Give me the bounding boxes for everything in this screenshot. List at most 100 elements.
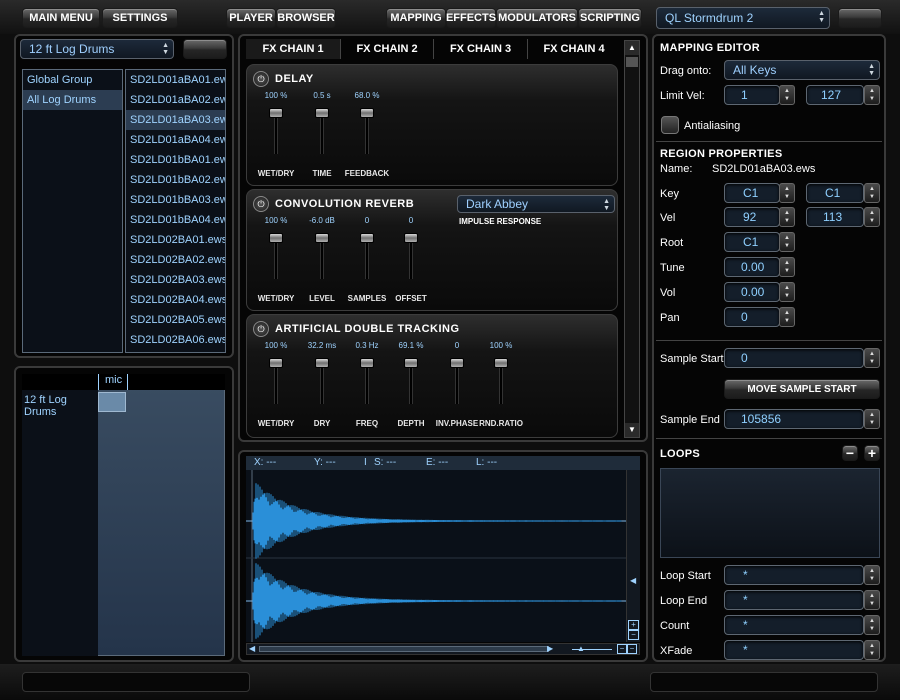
instrument-filter-select[interactable]: 12 ft Log Drums ▲ ▼ [20, 39, 174, 59]
zoom-in-icon[interactable]: − [627, 644, 637, 654]
tab-fx-chain-1[interactable]: FX CHAIN 1 [246, 39, 341, 59]
remove-loop-button[interactable]: − [842, 445, 858, 461]
list-item[interactable]: SD2LD01aBA01.ews [126, 70, 225, 90]
power-icon[interactable]: ⏻ [253, 321, 269, 337]
zoom-out-icon[interactable]: − [628, 630, 639, 640]
group-list[interactable]: Global Group All Log Drums [22, 69, 123, 353]
xfade-stepper[interactable]: ▲ ▼ [864, 640, 880, 660]
loop-end-field[interactable]: * [724, 590, 864, 610]
key-low-field[interactable]: C1 [724, 183, 780, 203]
sample-end-field[interactable]: 105856 [724, 409, 864, 429]
list-item[interactable]: SD2LD01bBA01.ews [126, 150, 225, 170]
scroll-up-icon[interactable]: ▲ [625, 41, 639, 55]
loop-start-stepper[interactable]: ▲ ▼ [864, 565, 880, 585]
zoom-handle[interactable]: ◀ [630, 576, 636, 585]
zoom-handle-icon[interactable]: ▲ [577, 644, 585, 653]
vol-field[interactable]: 0.00 [724, 282, 780, 302]
add-loop-button[interactable]: + [864, 445, 880, 461]
effects-tab[interactable]: EFFECTS [446, 8, 496, 28]
list-item[interactable]: SD2LD01bBA04.ews [126, 210, 225, 230]
sample-start-field[interactable]: 0 [724, 348, 864, 368]
limit-vel-low-stepper[interactable]: ▲ ▼ [779, 85, 795, 105]
count-stepper[interactable]: ▲ ▼ [864, 615, 880, 635]
root-field[interactable]: C1 [724, 232, 780, 252]
list-item[interactable]: All Log Drums [23, 90, 122, 110]
tab-fx-chain-4[interactable]: FX CHAIN 4 [528, 39, 620, 59]
list-item[interactable]: SD2LD02BA03.ews [126, 270, 225, 290]
fader-knob[interactable] [269, 108, 283, 118]
fader-knob[interactable] [450, 358, 464, 368]
tune-stepper[interactable]: ▲ ▼ [779, 257, 795, 277]
list-item[interactable]: SD2LD02BA01.ews [126, 230, 225, 250]
sample-start-stepper[interactable]: ▲ ▼ [864, 348, 880, 368]
fader-knob[interactable] [404, 233, 418, 243]
fader-knob[interactable] [315, 233, 329, 243]
list-item[interactable]: SD2LD02BA05.ews [126, 310, 225, 330]
list-item[interactable]: Global Group [23, 70, 122, 90]
fader-knob[interactable] [404, 358, 418, 368]
key-high-stepper[interactable]: ▲ ▼ [864, 183, 880, 203]
zoom-in-icon[interactable]: + [628, 620, 639, 630]
fader-knob[interactable] [315, 358, 329, 368]
scroll-left-icon[interactable]: ◀ [249, 644, 255, 653]
zoom-out-icon[interactable]: − [617, 644, 627, 654]
list-item[interactable]: SD2LD01bBA03.ews [126, 190, 225, 210]
loop-start-field[interactable]: * [724, 565, 864, 585]
pan-field[interactable]: 0 [724, 307, 780, 327]
tab-fx-chain-2[interactable]: FX CHAIN 2 [341, 39, 434, 59]
limit-vel-high-stepper[interactable]: ▲ ▼ [864, 85, 880, 105]
loop-list[interactable] [660, 468, 880, 558]
vel-high-stepper[interactable]: ▲ ▼ [864, 207, 880, 227]
fader-knob[interactable] [269, 233, 283, 243]
list-item[interactable]: SD2LD02BA02.ews [126, 250, 225, 270]
list-item[interactable]: SD2LD01bBA02.ews [126, 170, 225, 190]
instrument-select[interactable]: QL Stormdrum 2 ▲ ▼ [656, 7, 830, 29]
player-tab[interactable]: PLAYER [226, 8, 276, 28]
fader-knob[interactable] [494, 358, 508, 368]
vol-stepper[interactable]: ▲ ▼ [779, 282, 795, 302]
fader-knob[interactable] [315, 108, 329, 118]
list-item[interactable]: SD2LD01aBA03.ews [126, 110, 225, 130]
main-menu-button[interactable]: MAIN MENU [22, 8, 100, 28]
settings-button[interactable]: SETTINGS [102, 8, 178, 28]
scripting-tab[interactable]: SCRIPTING [578, 8, 642, 28]
vel-high-field[interactable]: 113 [806, 207, 864, 227]
root-stepper[interactable]: ▲ ▼ [779, 232, 795, 252]
impulse-response-select[interactable]: Dark Abbey ▲ ▼ [457, 195, 615, 213]
mic-routing-cell[interactable] [98, 392, 126, 412]
scroll-thumb[interactable] [259, 646, 549, 652]
power-icon[interactable]: ⏻ [253, 71, 269, 87]
blank-left-button[interactable] [183, 39, 227, 59]
vel-low-stepper[interactable]: ▲ ▼ [779, 207, 795, 227]
scroll-right-icon[interactable]: ▶ [547, 644, 553, 653]
waveform-horizontal-scrollbar[interactable]: ◀ ▶ ▲ − − [246, 643, 640, 655]
list-item[interactable]: SD2LD01aBA02.ews [126, 90, 225, 110]
fader-knob[interactable] [360, 233, 374, 243]
vel-low-field[interactable]: 92 [724, 207, 780, 227]
power-icon[interactable]: ⏻ [253, 196, 269, 212]
fx-scrollbar[interactable]: ▲ ▼ [624, 40, 640, 438]
pan-stepper[interactable]: ▲ ▼ [779, 307, 795, 327]
antialiasing-checkbox[interactable] [661, 116, 679, 134]
blank-top-button[interactable] [838, 8, 882, 28]
key-low-stepper[interactable]: ▲ ▼ [779, 183, 795, 203]
move-sample-start-button[interactable]: MOVE SAMPLE START [724, 379, 880, 399]
count-field[interactable]: * [724, 615, 864, 635]
modulators-tab[interactable]: MODULATORS [496, 8, 578, 28]
waveform-vertical-zoom[interactable]: ◀ + − [626, 470, 640, 642]
limit-vel-high-field[interactable]: 127 [806, 85, 864, 105]
scroll-thumb[interactable] [626, 57, 638, 67]
drag-onto-select[interactable]: All Keys ▲ ▼ [724, 60, 880, 80]
key-high-field[interactable]: C1 [806, 183, 864, 203]
browser-tab[interactable]: BROWSER [276, 8, 336, 28]
fader-knob[interactable] [360, 108, 374, 118]
xfade-field[interactable]: * [724, 640, 864, 660]
sample-list[interactable]: SD2LD01aBA01.ews SD2LD01aBA02.ews SD2LD0… [125, 69, 226, 353]
waveform-display[interactable] [246, 470, 626, 642]
list-item[interactable]: SD2LD02BA04.ews [126, 290, 225, 310]
loop-end-stepper[interactable]: ▲ ▼ [864, 590, 880, 610]
scroll-down-icon[interactable]: ▼ [625, 423, 639, 437]
sample-end-stepper[interactable]: ▲ ▼ [864, 409, 880, 429]
mapping-tab[interactable]: MAPPING [386, 8, 446, 28]
fader-knob[interactable] [269, 358, 283, 368]
